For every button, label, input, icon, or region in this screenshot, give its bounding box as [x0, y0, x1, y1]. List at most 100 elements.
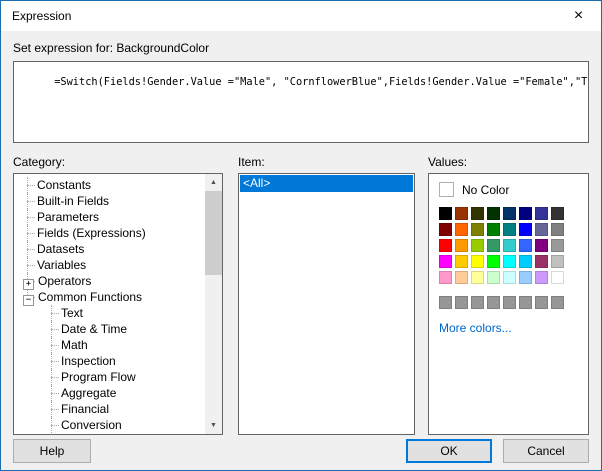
- tree-item[interactable]: Aggregate: [17, 385, 202, 401]
- tree-item[interactable]: Constants: [17, 177, 202, 193]
- title-bar: Expression ×: [1, 1, 601, 31]
- gray-palette-row: [439, 296, 578, 309]
- help-button[interactable]: Help: [13, 439, 91, 463]
- color-swatch[interactable]: [455, 223, 468, 236]
- close-button[interactable]: ×: [556, 1, 601, 30]
- collapse-icon[interactable]: −: [23, 295, 34, 306]
- category-column: Category: Constants Built-in Fields Parame…: [13, 155, 223, 435]
- color-swatch[interactable]: [519, 239, 532, 252]
- category-label: Category:: [13, 155, 66, 169]
- color-swatch[interactable]: [503, 271, 516, 284]
- tree-item[interactable]: Parameters: [17, 209, 202, 225]
- gray-color-swatch[interactable]: [487, 296, 500, 309]
- item-label: Item:: [238, 155, 265, 169]
- tree-item-label: Program Flow: [61, 370, 136, 384]
- scroll-up-button[interactable]: ▲: [205, 174, 222, 191]
- gray-color-swatch[interactable]: [503, 296, 516, 309]
- color-swatch[interactable]: [503, 223, 516, 236]
- tree-item[interactable]: Financial: [17, 401, 202, 417]
- tree-item-label: Datasets: [37, 242, 85, 256]
- tree-item[interactable]: + Operators: [17, 273, 202, 290]
- color-swatch[interactable]: [535, 207, 548, 220]
- color-swatch[interactable]: [487, 239, 500, 252]
- gray-color-swatch[interactable]: [519, 296, 532, 309]
- color-swatch[interactable]: [519, 207, 532, 220]
- color-swatch[interactable]: [551, 255, 564, 268]
- color-swatch[interactable]: [471, 239, 484, 252]
- tree-item-label: Parameters: [37, 210, 100, 224]
- dialog-body: Set expression for: BackgroundColor =Swi…: [1, 41, 601, 435]
- expression-editor[interactable]: =Switch(Fields!Gender.Value ="Male", "Co…: [13, 61, 589, 143]
- category-scrollbar[interactable]: ▲ ▼: [205, 174, 222, 434]
- color-swatch[interactable]: [439, 239, 452, 252]
- tree-item[interactable]: Built-in Fields: [17, 193, 202, 209]
- item-list-row[interactable]: <All>: [240, 175, 413, 192]
- color-swatch[interactable]: [535, 239, 548, 252]
- no-color-option[interactable]: No Color: [439, 182, 578, 197]
- tree-item[interactable]: Fields (Expressions): [17, 225, 202, 241]
- tree-item[interactable]: Date & Time: [17, 321, 202, 337]
- color-swatch[interactable]: [519, 255, 532, 268]
- color-swatch[interactable]: [503, 207, 516, 220]
- expand-icon[interactable]: +: [23, 279, 34, 290]
- tree-item-label: Operators: [38, 274, 92, 288]
- scrollbar-thumb[interactable]: [205, 191, 222, 275]
- color-swatch[interactable]: [519, 223, 532, 236]
- color-swatch[interactable]: [471, 207, 484, 220]
- color-swatch[interactable]: [439, 271, 452, 284]
- values-column: Values: No Color More colors...: [428, 155, 589, 435]
- tree-item[interactable]: Conversion: [17, 417, 202, 433]
- tree-item[interactable]: Datasets: [17, 241, 202, 257]
- color-swatch[interactable]: [439, 207, 452, 220]
- color-swatch[interactable]: [535, 255, 548, 268]
- tree-item[interactable]: Variables: [17, 257, 202, 273]
- category-tree[interactable]: Constants Built-in Fields Parameters Fields…: [13, 173, 223, 435]
- color-swatch[interactable]: [487, 271, 500, 284]
- cancel-button[interactable]: Cancel: [503, 439, 589, 463]
- gray-color-swatch[interactable]: [535, 296, 548, 309]
- scroll-down-button[interactable]: ▼: [205, 417, 222, 434]
- color-swatch[interactable]: [439, 223, 452, 236]
- color-swatch[interactable]: [439, 255, 452, 268]
- dialog-footer: Help OK Cancel: [1, 438, 601, 464]
- gray-color-swatch[interactable]: [471, 296, 484, 309]
- gray-color-swatch[interactable]: [551, 296, 564, 309]
- more-colors-link[interactable]: More colors...: [439, 321, 512, 335]
- color-swatch[interactable]: [471, 223, 484, 236]
- set-expression-for-label: Set expression for: BackgroundColor: [13, 41, 210, 55]
- color-swatch[interactable]: [551, 239, 564, 252]
- color-swatch[interactable]: [551, 271, 564, 284]
- tree-item-label: Financial: [61, 402, 110, 416]
- ok-button[interactable]: OK: [406, 439, 492, 463]
- color-swatch[interactable]: [487, 223, 500, 236]
- tree-item[interactable]: − Common Functions: [17, 289, 202, 306]
- gray-color-swatch[interactable]: [455, 296, 468, 309]
- color-swatch[interactable]: [455, 271, 468, 284]
- color-swatch[interactable]: [551, 223, 564, 236]
- tree-item[interactable]: Inspection: [17, 353, 202, 369]
- color-swatch[interactable]: [535, 223, 548, 236]
- tree-item[interactable]: Text: [17, 305, 202, 321]
- item-list[interactable]: <All>: [238, 173, 415, 435]
- window-title: Expression: [12, 9, 72, 23]
- tree-item[interactable]: Program Flow: [17, 369, 202, 385]
- color-swatch[interactable]: [487, 255, 500, 268]
- close-icon: ×: [573, 6, 584, 24]
- color-swatch[interactable]: [455, 239, 468, 252]
- color-swatch[interactable]: [519, 271, 532, 284]
- tree-item-label: Variables: [37, 258, 87, 272]
- color-swatch[interactable]: [535, 271, 548, 284]
- tree-item[interactable]: Math: [17, 337, 202, 353]
- color-swatch[interactable]: [503, 255, 516, 268]
- color-swatch[interactable]: [471, 271, 484, 284]
- color-swatch[interactable]: [503, 239, 516, 252]
- category-tree-items: Constants Built-in Fields Parameters Fields…: [14, 174, 222, 434]
- gray-color-swatch[interactable]: [439, 296, 452, 309]
- expression-text: =Switch(Fields!Gender.Value ="Male", "Co…: [54, 76, 589, 88]
- color-swatch[interactable]: [551, 207, 564, 220]
- color-swatch[interactable]: [471, 255, 484, 268]
- color-swatch[interactable]: [455, 207, 468, 220]
- color-swatch[interactable]: [455, 255, 468, 268]
- tree-item-label: Date & Time: [61, 322, 128, 336]
- color-swatch[interactable]: [487, 207, 500, 220]
